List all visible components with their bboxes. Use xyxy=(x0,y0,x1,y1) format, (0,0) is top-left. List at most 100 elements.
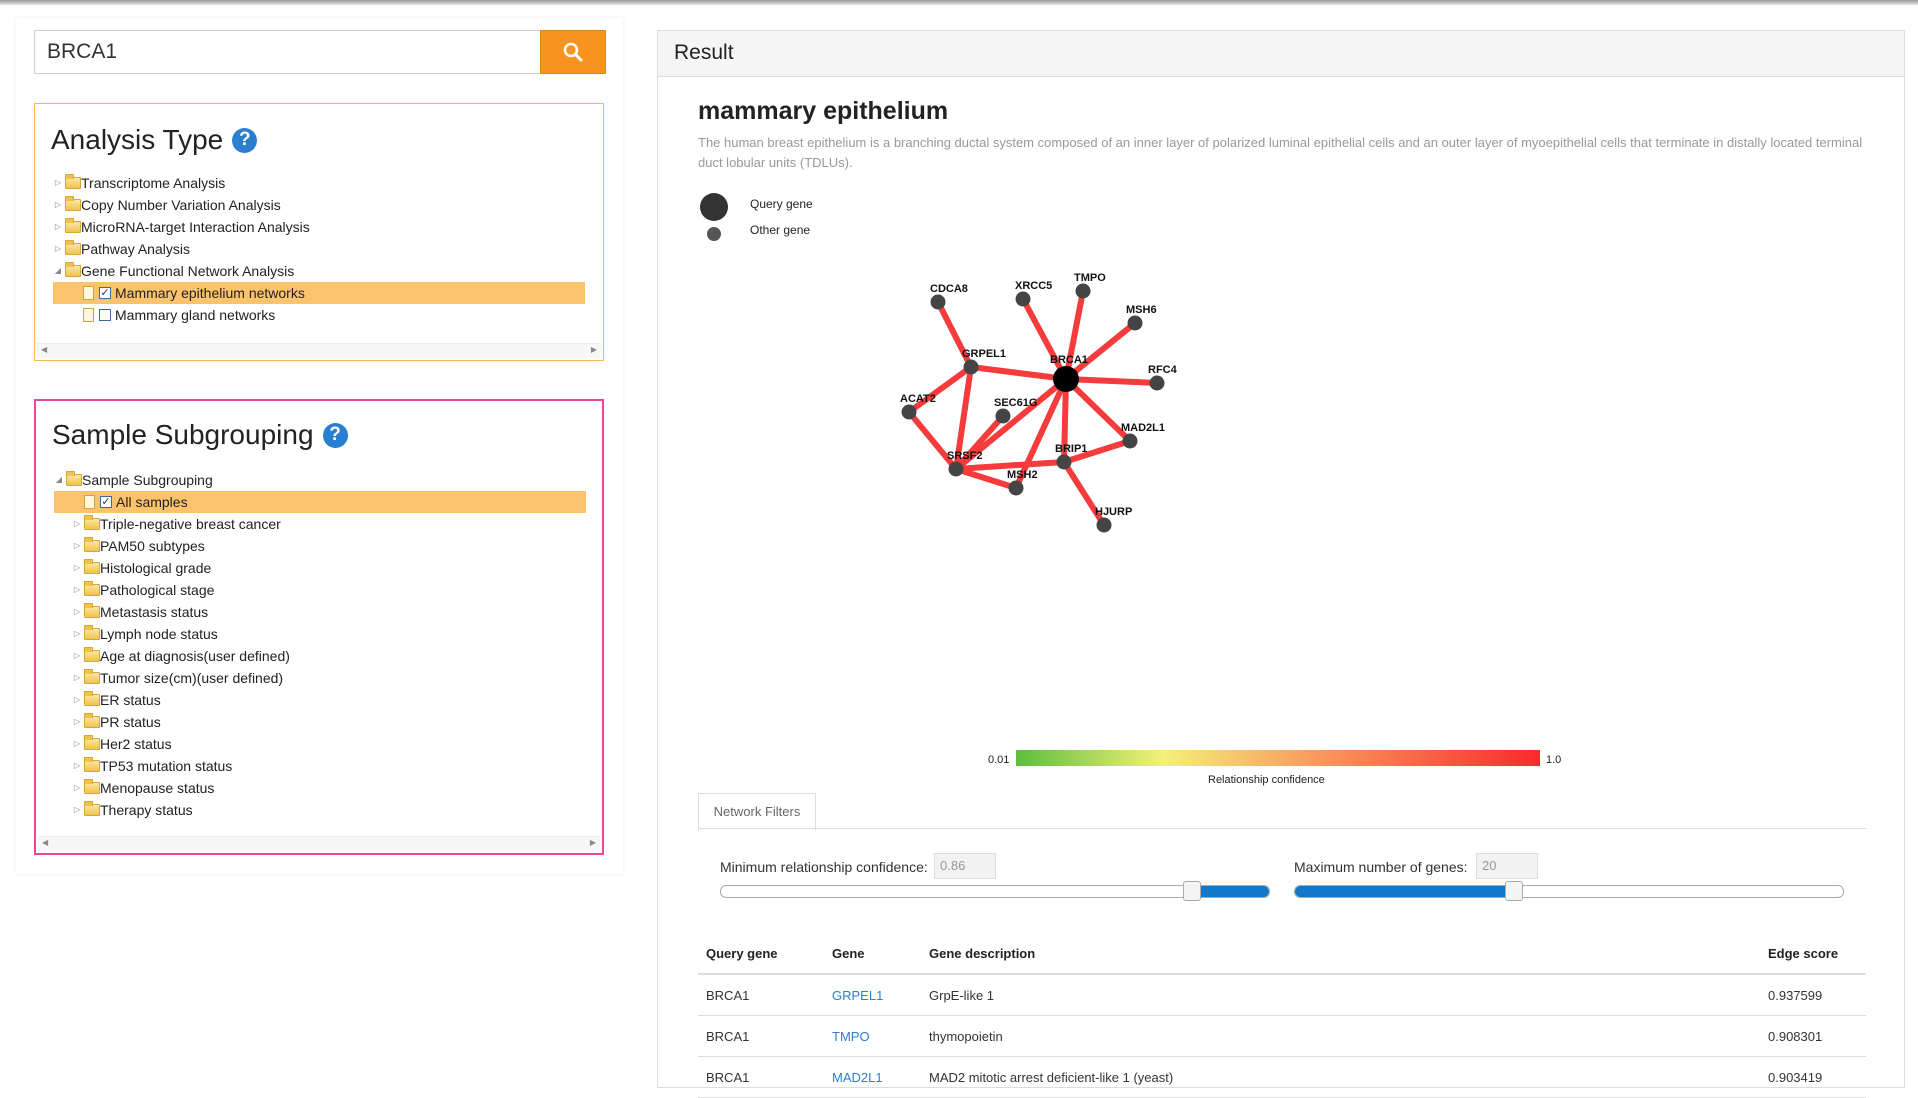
tree-folder-node[interactable]: ▷ Her2 status xyxy=(54,733,586,755)
tree-folder-node[interactable]: ▷ Histological grade xyxy=(54,557,586,579)
column-header[interactable]: Gene xyxy=(824,933,921,975)
tree-folder-node[interactable]: ◢ Gene Functional Network Analysis xyxy=(53,260,585,282)
gene-node[interactable] xyxy=(1149,375,1165,391)
tree-folder-node[interactable]: ▷ Copy Number Variation Analysis xyxy=(53,194,585,216)
table-cell: 0.937599 xyxy=(1760,974,1866,1016)
collapsed-arrow-icon[interactable]: ▷ xyxy=(72,535,82,557)
tree-folder-node[interactable]: ▷ Tumor size(cm)(user defined) xyxy=(54,667,586,689)
collapsed-arrow-icon[interactable]: ▷ xyxy=(72,645,82,667)
min-confidence-slider-handle[interactable] xyxy=(1183,881,1202,901)
tree-leaf-node[interactable]: Mammary gland networks xyxy=(53,304,585,326)
collapsed-arrow-icon[interactable]: ▷ xyxy=(72,777,82,799)
collapsed-arrow-icon[interactable]: ▷ xyxy=(72,711,82,733)
gene-node[interactable] xyxy=(1122,433,1138,449)
collapsed-arrow-icon[interactable]: ▷ xyxy=(72,601,82,623)
horizontal-scrollbar[interactable]: ◀ ▶ xyxy=(38,836,600,851)
gene-node[interactable] xyxy=(963,359,979,375)
max-genes-field[interactable] xyxy=(1476,853,1538,879)
scroll-right-icon[interactable]: ▶ xyxy=(591,345,597,354)
collapsed-arrow-icon[interactable]: ▷ xyxy=(53,216,63,238)
max-genes-slider[interactable] xyxy=(1294,881,1844,901)
expanded-arrow-icon[interactable]: ◢ xyxy=(54,469,64,491)
expanded-arrow-icon[interactable]: ◢ xyxy=(53,260,63,282)
column-header[interactable]: Gene description xyxy=(921,933,1760,975)
gene-link[interactable]: MAD2L1 xyxy=(824,1056,921,1098)
tree-folder-node[interactable]: ▷ Menopause status xyxy=(54,777,586,799)
tree-leaf-node[interactable]: ✓ All samples xyxy=(54,491,586,513)
tab-network-filters[interactable]: Network Filters xyxy=(698,793,816,831)
tree-folder-node[interactable]: ▷ Transcriptome Analysis xyxy=(53,172,585,194)
tree-leaf-node[interactable]: ✓ Mammary epithelium networks xyxy=(53,282,585,304)
network-edge[interactable] xyxy=(907,364,973,415)
gene-node[interactable] xyxy=(1056,454,1072,470)
tree-folder-node[interactable]: ▷ Age at diagnosis(user defined) xyxy=(54,645,586,667)
collapsed-arrow-icon[interactable]: ▷ xyxy=(72,755,82,777)
min-confidence-slider[interactable] xyxy=(720,881,1270,901)
checkbox[interactable]: ✓ xyxy=(99,287,111,299)
tree-folder-node[interactable]: ▷ Metastasis status xyxy=(54,601,586,623)
table-cell: 0.903419 xyxy=(1760,1056,1866,1098)
tree-folder-node[interactable]: ▷ Triple-negative breast cancer xyxy=(54,513,586,535)
network-edge[interactable] xyxy=(970,364,1067,382)
gene-link[interactable]: GRPEL1 xyxy=(824,974,921,1016)
collapsed-arrow-icon[interactable]: ▷ xyxy=(53,194,63,216)
gene-node[interactable] xyxy=(995,408,1011,424)
max-genes-slider-handle[interactable] xyxy=(1505,881,1524,901)
table-row[interactable]: BRCA1 GRPEL1 GrpE-like 1 0.937599 xyxy=(698,974,1866,1016)
min-confidence-field[interactable] xyxy=(934,853,996,879)
tree-node-label: Copy Number Variation Analysis xyxy=(81,197,281,213)
tree-folder-node[interactable]: ▷ Therapy status xyxy=(54,799,586,821)
top-bar xyxy=(0,0,1918,5)
tree-folder-node[interactable]: ▷ Lymph node status xyxy=(54,623,586,645)
collapsed-arrow-icon[interactable]: ▷ xyxy=(72,733,82,755)
network-edge[interactable] xyxy=(1065,376,1158,386)
help-icon[interactable]: ? xyxy=(232,127,258,153)
search-button[interactable] xyxy=(540,30,606,74)
gene-network-graph[interactable]: BRCA1 CDCA8 XRCC5 TMPO MSH6 GRPEL1 RFC4 ACAT2 SE… xyxy=(658,31,1904,811)
help-icon[interactable]: ? xyxy=(322,422,348,448)
table-row[interactable]: BRCA1 MAD2L1 MAD2 mitotic arrest deficient… xyxy=(698,1056,1866,1098)
table-row[interactable]: BRCA1 TMPO thymopoietin 0.908301 xyxy=(698,1015,1866,1057)
gene-node[interactable] xyxy=(1075,283,1091,299)
tree-folder-node[interactable]: ▷ MicroRNA-target Interaction Analysis xyxy=(53,216,585,238)
query-gene-node[interactable] xyxy=(1053,366,1079,392)
network-edge[interactable] xyxy=(955,459,1065,472)
search-input[interactable] xyxy=(34,30,539,74)
gene-node[interactable] xyxy=(901,404,917,420)
tree-folder-node[interactable]: ◢ Sample Subgrouping xyxy=(54,469,586,491)
collapsed-arrow-icon[interactable]: ▷ xyxy=(72,623,82,645)
collapsed-arrow-icon[interactable]: ▷ xyxy=(72,557,82,579)
tree-folder-node[interactable]: ▷ PR status xyxy=(54,711,586,733)
gene-link[interactable]: TMPO xyxy=(824,1015,921,1057)
tree-node-label: Pathological stage xyxy=(100,582,215,598)
tree-node-label: Mammary gland networks xyxy=(115,307,276,323)
collapsed-arrow-icon[interactable]: ▷ xyxy=(72,667,82,689)
tree-folder-node[interactable]: ▷ TP53 mutation status xyxy=(54,755,586,777)
checkbox[interactable]: ✓ xyxy=(100,496,112,508)
network-edge[interactable] xyxy=(1020,297,1069,381)
gene-node[interactable] xyxy=(1096,517,1112,533)
checkbox[interactable] xyxy=(99,309,111,321)
column-header[interactable]: Edge score xyxy=(1760,933,1866,975)
scroll-right-icon[interactable]: ▶ xyxy=(590,838,596,847)
collapsed-arrow-icon[interactable]: ▷ xyxy=(53,172,63,194)
column-header[interactable]: Query gene xyxy=(698,933,824,975)
gene-node[interactable] xyxy=(1008,480,1024,496)
tree-folder-node[interactable]: ▷ ER status xyxy=(54,689,586,711)
collapsed-arrow-icon[interactable]: ▷ xyxy=(72,689,82,711)
folder-icon xyxy=(84,581,100,596)
collapsed-arrow-icon[interactable]: ▷ xyxy=(53,238,63,260)
horizontal-scrollbar[interactable]: ◀ ▶ xyxy=(37,343,601,358)
tree-folder-node[interactable]: ▷ Pathway Analysis xyxy=(53,238,585,260)
collapsed-arrow-icon[interactable]: ▷ xyxy=(72,579,82,601)
collapsed-arrow-icon[interactable]: ▷ xyxy=(72,799,82,821)
scroll-left-icon[interactable]: ◀ xyxy=(41,345,47,354)
collapsed-arrow-icon[interactable]: ▷ xyxy=(72,513,82,535)
tree-folder-node[interactable]: ▷ Pathological stage xyxy=(54,579,586,601)
scroll-left-icon[interactable]: ◀ xyxy=(42,838,48,847)
tree-folder-node[interactable]: ▷ PAM50 subtypes xyxy=(54,535,586,557)
gene-node[interactable] xyxy=(1127,315,1143,331)
gene-node[interactable] xyxy=(1015,291,1031,307)
gene-node[interactable] xyxy=(930,294,946,310)
gene-node[interactable] xyxy=(948,461,964,477)
